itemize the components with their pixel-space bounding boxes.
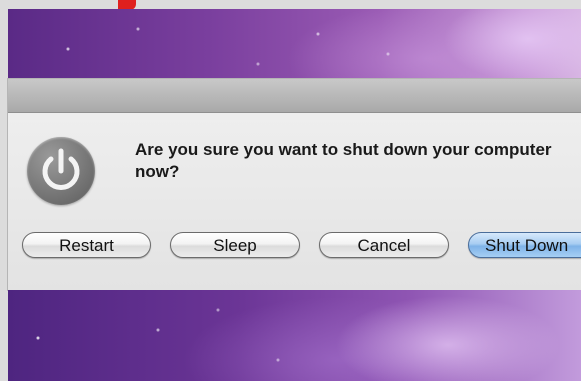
shut-down-button[interactable]: Shut Down (468, 232, 581, 258)
restart-button[interactable]: Restart (22, 232, 151, 258)
desktop-wallpaper-top (8, 9, 581, 79)
power-icon (27, 137, 95, 205)
dialog-message: Are you sure you want to shut down your … (135, 140, 552, 181)
desktop-wallpaper-bottom (8, 290, 581, 381)
sleep-button[interactable]: Sleep (170, 232, 300, 258)
dialog-titlebar (8, 79, 581, 113)
dialog-body: Are you sure you want to shut down your … (8, 113, 581, 290)
shutdown-dialog: Are you sure you want to shut down your … (8, 79, 581, 290)
cancel-button[interactable]: Cancel (319, 232, 449, 258)
